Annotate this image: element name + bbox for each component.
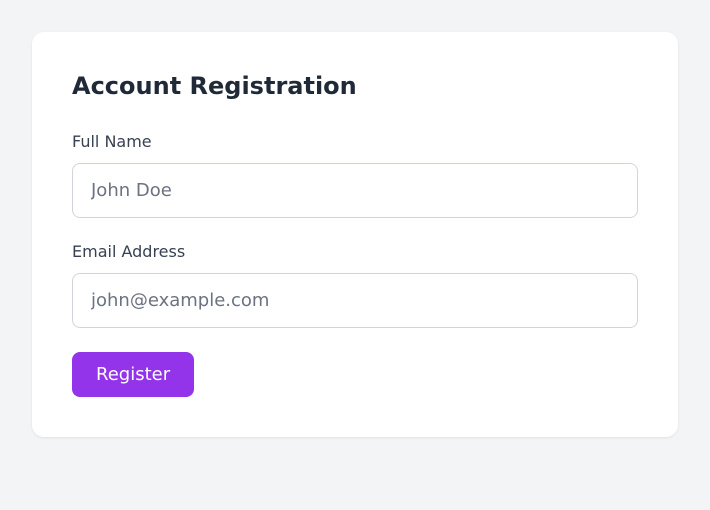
email-label: Email Address <box>72 242 638 261</box>
registration-card: Account Registration Full Name Email Add… <box>32 32 678 437</box>
fullname-group: Full Name <box>72 132 638 218</box>
fullname-label: Full Name <box>72 132 638 151</box>
page-title: Account Registration <box>72 72 638 100</box>
register-button[interactable]: Register <box>72 352 194 397</box>
fullname-input[interactable] <box>72 163 638 218</box>
email-input[interactable] <box>72 273 638 328</box>
email-group: Email Address <box>72 242 638 328</box>
